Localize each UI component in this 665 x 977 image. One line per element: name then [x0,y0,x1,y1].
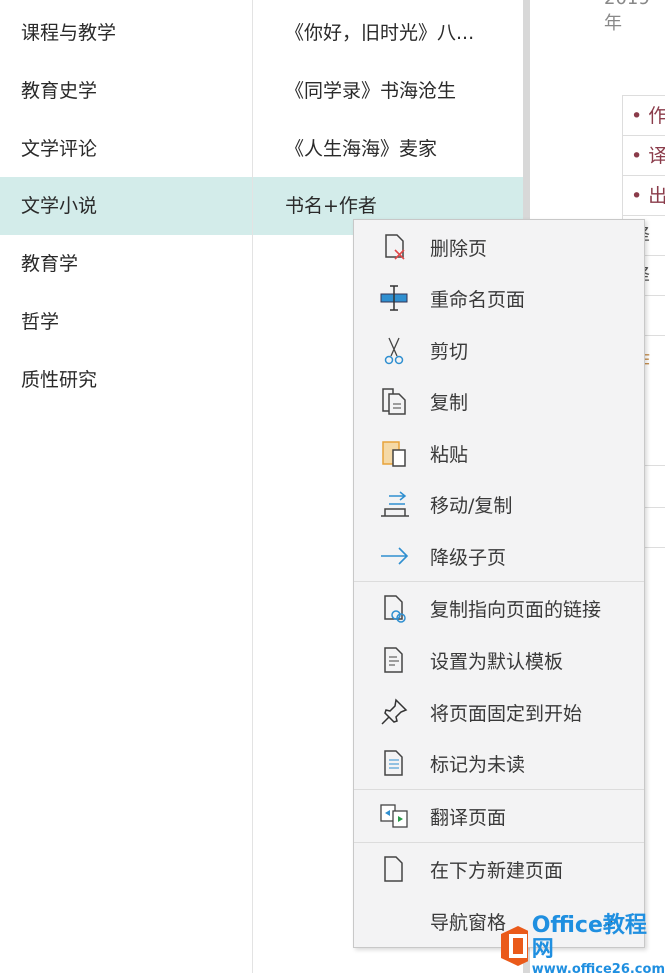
section-item[interactable]: 课程与教学 [0,4,252,62]
menu-separator [354,842,644,843]
scissors-icon [378,334,410,366]
menu-item-pin-to-start[interactable]: 将页面固定到开始 [354,687,644,737]
new-page-icon [378,853,410,885]
menu-item-demote-subpage[interactable]: 降级子页 [354,531,644,581]
office-logo-icon [501,925,528,966]
section-item-selected[interactable]: 文学小说 [0,177,252,235]
section-list: 课程与教学 教育史学 文学评论 文学小说 教育学 哲学 质性研究 [0,0,253,973]
menu-item-delete-page[interactable]: 删除页 [354,222,644,272]
page-item[interactable]: 《同学录》书海沧生 [253,62,523,120]
table-row: • 出 [623,175,665,215]
section-item[interactable]: 哲学 [0,293,252,351]
menu-separator [354,581,644,582]
menu-item-cut[interactable]: 剪切 [354,325,644,375]
section-item[interactable]: 质性研究 [0,351,252,409]
menu-separator [354,789,644,790]
section-item[interactable]: 教育史学 [0,62,252,120]
menu-item-rename[interactable]: 重命名页面 [354,273,644,323]
table-row: • 作 [623,95,665,135]
template-icon [378,644,410,676]
watermark-logo: Office教程网 www.office26.com [498,914,665,977]
copy-icon [378,385,410,417]
menu-item-new-page-below[interactable]: 在下方新建页面 [354,844,644,894]
menu-item-copy-link[interactable]: 复制指向页面的链接 [354,583,644,633]
delete-page-icon [378,231,410,263]
menu-item-copy[interactable]: 复制 [354,376,644,426]
menu-item-move-copy[interactable]: 移动/复制 [354,479,644,529]
translate-icon [378,800,410,832]
date-text: 2019年 [604,0,650,34]
menu-item-translate-page[interactable]: 翻译页面 [354,791,644,841]
pin-icon [378,696,410,728]
page-item[interactable]: 《人生海海》麦家 [253,120,523,178]
menu-item-set-default-template[interactable]: 设置为默认模板 [354,635,644,685]
move-icon [378,488,410,520]
unread-icon [378,747,410,779]
rename-icon [378,282,410,314]
section-item[interactable]: 文学评论 [0,120,252,178]
paste-icon [378,437,410,469]
context-menu: 删除页 重命名页面 剪切 复制 粘贴 移动/复制 降级子页 复制指向页面的链接 … [353,219,645,948]
menu-item-mark-unread[interactable]: 标记为未读 [354,738,644,788]
table-row: • 译 [623,135,665,175]
arrow-right-icon [378,540,410,572]
menu-item-paste[interactable]: 粘贴 [354,428,644,478]
section-item[interactable]: 教育学 [0,235,252,293]
link-page-icon [378,592,410,624]
page-item[interactable]: 《你好，旧时光》八... [253,4,523,62]
